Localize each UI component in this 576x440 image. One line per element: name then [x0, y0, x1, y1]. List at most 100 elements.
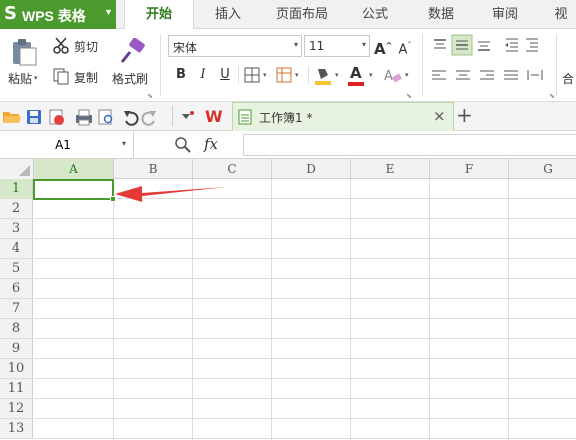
- font-size-select[interactable]: 11 ▾: [304, 35, 370, 57]
- customize-toolbar-icon: [182, 111, 194, 119]
- cut-button[interactable]: 剪切: [52, 36, 108, 56]
- row-header[interactable]: 12: [0, 399, 33, 419]
- align-bottom-button[interactable]: [474, 33, 494, 55]
- red-arrow-annotation: [115, 186, 226, 202]
- cell-style-button[interactable]: ▾: [276, 67, 304, 85]
- underline-button[interactable]: U: [216, 66, 234, 84]
- table-style-icon: [276, 67, 292, 83]
- column-header-b[interactable]: B: [114, 159, 193, 179]
- close-tab-button[interactable]: ×: [433, 107, 446, 125]
- tab-review[interactable]: 审阅: [478, 0, 532, 29]
- tab-view[interactable]: 视: [546, 0, 576, 29]
- font-size-value: 11: [309, 39, 325, 53]
- wps-logo-icon: W: [205, 107, 223, 126]
- redo-button[interactable]: [144, 105, 166, 129]
- ribbon-separator: [160, 34, 161, 96]
- new-tab-button[interactable]: +: [456, 103, 473, 127]
- row-header[interactable]: 5: [0, 259, 33, 279]
- name-box-container: ▾: [0, 131, 134, 159]
- tab-insert[interactable]: 插入: [200, 0, 256, 29]
- select-all-button[interactable]: [0, 159, 34, 179]
- align-center-button[interactable]: [454, 66, 474, 88]
- justify-button[interactable]: [502, 66, 522, 88]
- active-cell-a1[interactable]: [33, 179, 114, 200]
- format-painter-button[interactable]: 格式刷: [112, 36, 154, 92]
- row-header[interactable]: 2: [0, 199, 33, 219]
- row-header[interactable]: 4: [0, 239, 33, 259]
- font-color-button[interactable]: A ▾: [348, 64, 378, 86]
- zoom-formula-button[interactable]: [174, 136, 192, 154]
- borders-button[interactable]: ▾: [244, 67, 272, 85]
- copy-button[interactable]: 复制: [52, 66, 108, 86]
- save-button[interactable]: [24, 105, 46, 129]
- distribute-button[interactable]: [526, 66, 546, 88]
- chevron-down-icon: ▾: [405, 71, 409, 79]
- clear-format-button[interactable]: A ▾: [384, 66, 414, 86]
- align-middle-button[interactable]: [452, 33, 472, 55]
- export-pdf-button[interactable]: [48, 105, 70, 129]
- row-header[interactable]: 11: [0, 379, 33, 399]
- column-header-a[interactable]: A: [34, 159, 114, 179]
- row-header[interactable]: 3: [0, 219, 33, 239]
- column-header-g[interactable]: G: [509, 159, 576, 179]
- chevron-down-icon: ▼: [104, 7, 113, 17]
- alignment-group-launcher-icon[interactable]: ⬊: [549, 92, 555, 100]
- svg-text:A: A: [384, 69, 393, 84]
- cut-label: 剪切: [74, 40, 99, 54]
- wps-office-button[interactable]: W: [204, 107, 226, 127]
- chevron-down-icon[interactable]: ▾: [122, 139, 126, 148]
- cell-grid[interactable]: [34, 179, 576, 440]
- row-header[interactable]: 1: [0, 179, 33, 199]
- name-box[interactable]: [8, 131, 118, 158]
- document-tab[interactable]: 工作簿1 * ×: [232, 102, 454, 131]
- clipboard-icon: [13, 39, 37, 66]
- column-header-e[interactable]: E: [351, 159, 430, 179]
- increase-indent-button[interactable]: [524, 33, 544, 55]
- tab-page-layout[interactable]: 页面布局: [262, 0, 342, 29]
- column-header-d[interactable]: D: [272, 159, 351, 179]
- row-header[interactable]: 8: [0, 319, 33, 339]
- merge-button[interactable]: 合: [562, 70, 574, 87]
- align-top-button[interactable]: [432, 33, 452, 55]
- open-button[interactable]: [0, 105, 22, 129]
- clipboard-group-launcher-icon[interactable]: ⬊: [147, 92, 153, 100]
- formula-input[interactable]: [243, 134, 576, 156]
- row-header[interactable]: 10: [0, 359, 33, 379]
- increase-font-size-button[interactable]: A^: [374, 37, 392, 58]
- bold-button[interactable]: B: [172, 66, 190, 84]
- decrease-indent-button[interactable]: [502, 33, 522, 55]
- row-header[interactable]: 13: [0, 419, 33, 439]
- chevron-down-icon: ▾: [295, 71, 299, 79]
- font-group-launcher-icon[interactable]: ⬊: [406, 92, 412, 100]
- row-header[interactable]: 7: [0, 299, 33, 319]
- font-name-value: 宋体: [173, 41, 198, 55]
- chevron-down-icon: ▾: [335, 71, 339, 79]
- print-button[interactable]: [72, 105, 94, 129]
- tab-home[interactable]: 开始: [124, 0, 194, 30]
- customize-toolbar-button[interactable]: [180, 109, 198, 125]
- undo-button[interactable]: [120, 105, 142, 129]
- magnifier-icon: [175, 137, 191, 153]
- align-left-button[interactable]: [430, 66, 450, 88]
- tab-data[interactable]: 数据: [414, 0, 468, 29]
- app-title: WPS 表格: [22, 8, 86, 24]
- decrease-font-size-button[interactable]: Aˇ: [396, 37, 414, 57]
- ribbon-separator: [238, 66, 239, 84]
- align-right-button[interactable]: [478, 66, 498, 88]
- row-header[interactable]: 6: [0, 279, 33, 299]
- font-name-select[interactable]: 宋体 ▾: [168, 35, 302, 57]
- italic-button[interactable]: I: [194, 66, 212, 84]
- row-header[interactable]: 9: [0, 339, 33, 359]
- fill-color-button[interactable]: ▾: [314, 66, 344, 86]
- tab-formulas[interactable]: 公式: [348, 0, 402, 29]
- column-header-c[interactable]: C: [193, 159, 272, 179]
- chevron-down-icon: ▾: [263, 71, 267, 79]
- print-preview-button[interactable]: [96, 105, 118, 129]
- paintbrush-icon: [120, 38, 145, 63]
- app-menu-button[interactable]: S WPS 表格 ▼: [0, 0, 116, 29]
- insert-function-button[interactable]: fx: [204, 135, 218, 153]
- font-color-swatch: [348, 82, 364, 86]
- column-header-f[interactable]: F: [430, 159, 509, 179]
- paste-button[interactable]: 粘贴 ▾: [6, 36, 40, 92]
- document-tab-label: 工作簿1 *: [259, 111, 313, 125]
